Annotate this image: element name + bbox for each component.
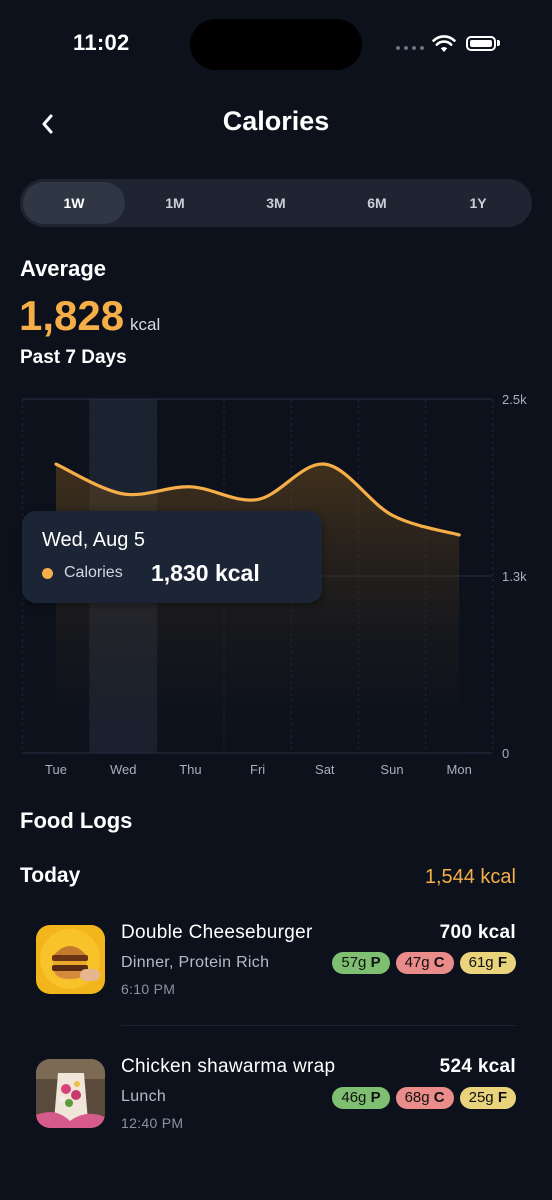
calories-area-fill <box>56 463 460 753</box>
time-range-segmented-control: 1W 1M 3M 6M 1Y <box>20 179 532 227</box>
food-meta: Lunch <box>121 1088 167 1105</box>
food-thumbnail-burger <box>36 925 105 994</box>
day-total: 1,544 kcal <box>424 866 516 888</box>
x-tick-label: Tue <box>45 762 67 777</box>
battery-tip <box>497 40 500 46</box>
fat-chip: 25g F <box>459 1087 516 1109</box>
food-meta: Dinner, Protein Rich <box>121 954 270 971</box>
period-label: Past 7 Days <box>20 347 127 368</box>
macro-chips: 46g P 68g C 25g F <box>332 1087 516 1109</box>
x-tick-label: Fri <box>250 762 265 777</box>
entry-divider <box>121 1025 516 1026</box>
food-time: 6:10 PM <box>121 981 176 997</box>
dynamic-island <box>190 19 362 70</box>
cellular-signal-icon <box>396 46 424 50</box>
tooltip-date: Wed, Aug 5 <box>42 529 146 551</box>
food-kcal: 524 kcal <box>439 1056 516 1077</box>
back-chevron-icon[interactable] <box>36 110 60 138</box>
food-name: Double Cheeseburger <box>121 922 313 943</box>
x-tick-label: Sat <box>315 762 335 777</box>
segment-1m[interactable]: 1M <box>124 182 226 224</box>
tooltip-series-label: Calories <box>64 564 123 581</box>
segment-1w[interactable]: 1W <box>23 182 125 224</box>
food-kcal: 700 kcal <box>439 922 516 943</box>
day-heading: Today <box>20 864 81 887</box>
food-name: Chicken shawarma wrap <box>121 1056 336 1077</box>
fat-chip: 61g F <box>459 952 516 974</box>
food-log-entry[interactable]: Chicken shawarma wrap Lunch 12:40 PM 524… <box>0 1052 552 1162</box>
food-logs-title: Food Logs <box>20 808 133 833</box>
food-log-entry[interactable]: Double Cheeseburger Dinner, Protein Rich… <box>0 918 552 1028</box>
y-tick-label: 1.3k <box>502 569 527 584</box>
battery-icon <box>466 36 496 51</box>
x-tick-label: Sun <box>380 762 403 777</box>
average-unit: kcal <box>130 315 161 334</box>
average-value: 1,828 <box>19 292 125 339</box>
y-tick-label: 2.5k <box>502 392 527 407</box>
status-time: 11:02 <box>73 30 130 55</box>
carbs-chip: 47g C <box>395 952 454 974</box>
protein-chip: 57g P <box>332 952 390 974</box>
carbs-chip: 68g C <box>395 1087 454 1109</box>
food-thumbnail-wrap <box>36 1059 105 1128</box>
macro-chips: 57g P 47g C 61g F <box>332 952 516 974</box>
page-title: Calories <box>222 106 330 136</box>
average-label: Average <box>20 256 107 281</box>
y-tick-label: 0 <box>502 746 509 761</box>
chart-tooltip: Wed, Aug 5 Calories 1,830 kcal <box>22 511 322 603</box>
food-time: 12:40 PM <box>121 1115 184 1131</box>
x-tick-label: Mon <box>447 762 472 777</box>
segment-3m[interactable]: 3M <box>225 182 327 224</box>
protein-chip: 46g P <box>332 1087 390 1109</box>
x-tick-label: Thu <box>179 762 201 777</box>
x-tick-label: Wed <box>110 762 137 777</box>
segment-1y[interactable]: 1Y <box>427 182 529 224</box>
wifi-icon <box>432 35 456 52</box>
tooltip-value: 1,830 kcal <box>151 560 260 586</box>
segment-6m[interactable]: 6M <box>326 182 428 224</box>
tooltip-series-dot <box>42 568 53 579</box>
